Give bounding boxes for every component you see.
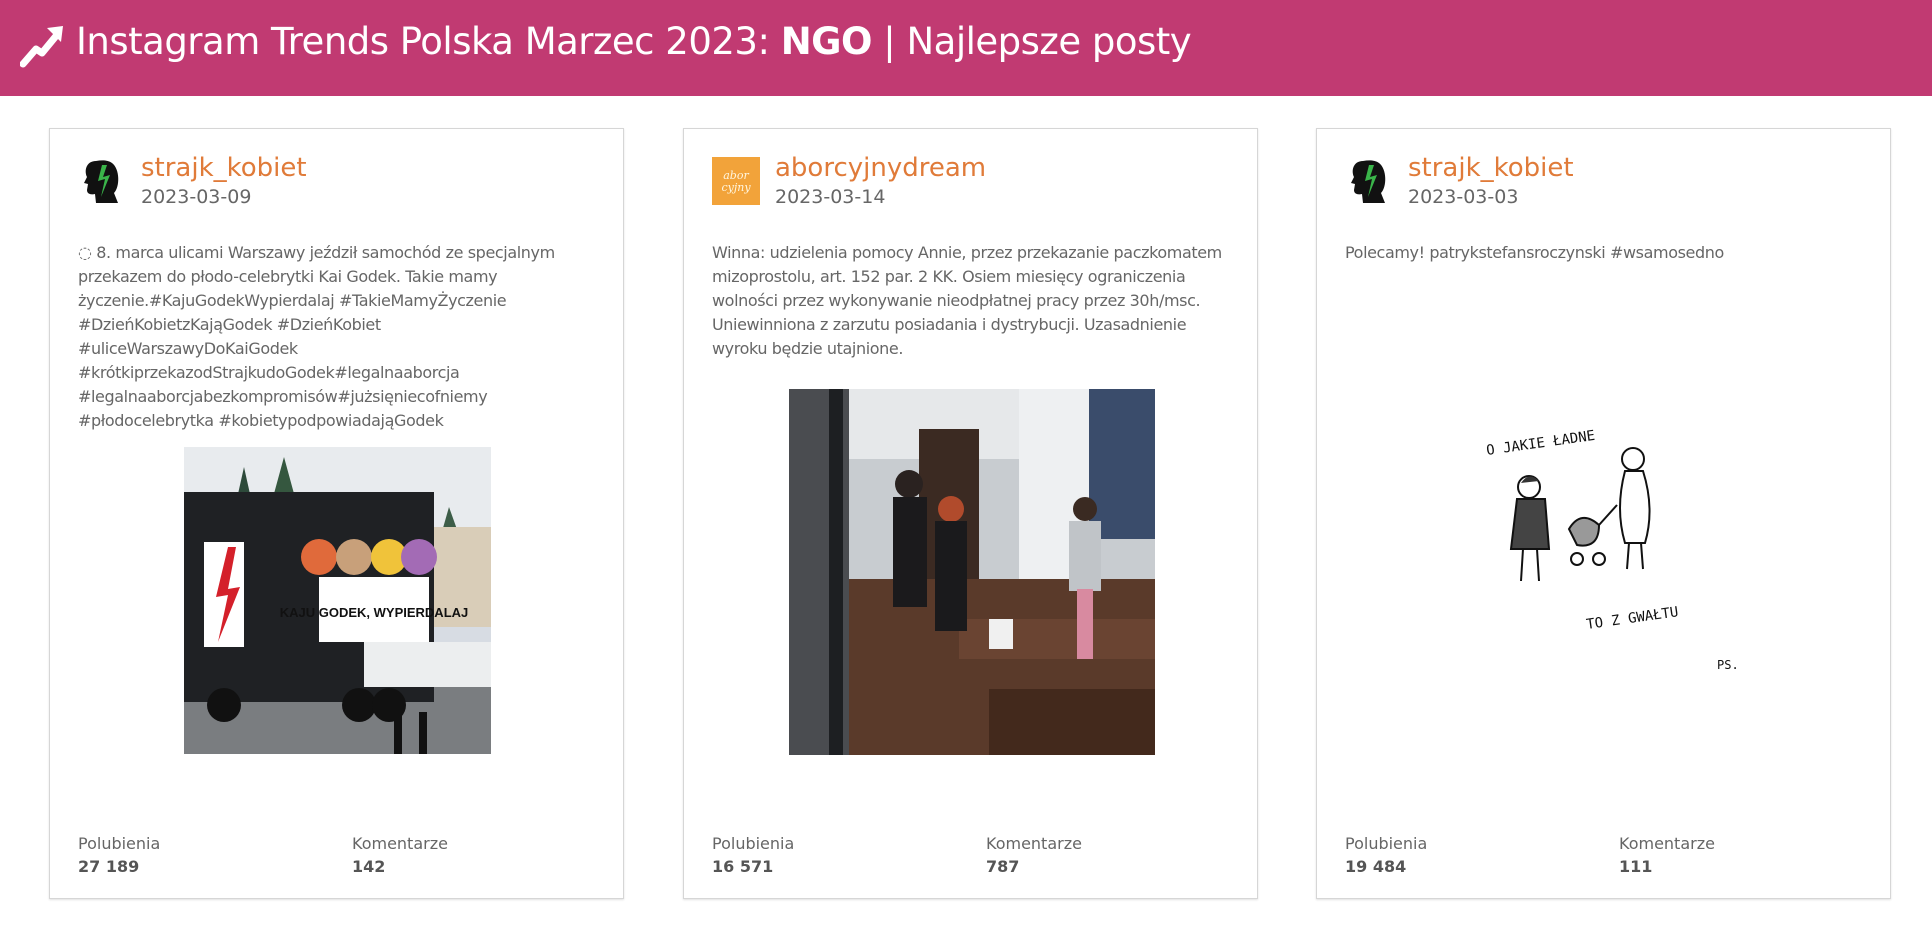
post-username[interactable]: strajk_kobiet — [141, 153, 307, 183]
svg-text:cyjny: cyjny — [721, 181, 751, 194]
post-username[interactable]: aborcyjnydream — [775, 153, 986, 183]
likes-count: 27 189 — [78, 857, 140, 876]
likes-stat: Polubienia 16 571 — [712, 834, 794, 876]
comments-stat: Komentarze 142 — [352, 834, 448, 876]
likes-label: Polubienia — [1345, 834, 1428, 853]
post-caption: Polecamy! patrykstefansroczynski #wsamos… — [1345, 243, 1724, 262]
comments-count: 111 — [1619, 857, 1653, 876]
page-title: Instagram Trends Polska Marzec 2023: NGO… — [76, 20, 1192, 63]
post-caption: Winna: udzielenia pomocy Annie, przez pr… — [712, 243, 1222, 358]
likes-label: Polubienia — [712, 834, 795, 853]
likes-count: 16 571 — [712, 857, 774, 876]
likes-stat: Polubienia 19 484 — [1345, 834, 1427, 876]
likes-label: Polubienia — [78, 834, 161, 853]
comments-count: 142 — [352, 857, 386, 876]
comments-label: Komentarze — [352, 834, 448, 853]
post-card[interactable]: strajk_kobiet 2023-03-03 Polecamy! patry… — [1316, 128, 1891, 899]
strajk-kobiet-avatar[interactable] — [78, 157, 126, 205]
post-username[interactable]: strajk_kobiet — [1408, 153, 1574, 183]
aborcyjnydream-avatar[interactable]: abor cyjny — [712, 157, 760, 205]
post-image[interactable] — [789, 389, 1155, 755]
likes-stat: Polubienia 27 189 — [78, 834, 160, 876]
post-image[interactable]: O JAKIE ŁADNE TO Z GWAŁTU PS. — [1477, 419, 1757, 699]
post-card[interactable]: abor cyjny aborcyjnydream 2023-03-14 Win… — [683, 128, 1258, 899]
comments-stat: Komentarze 111 — [1619, 834, 1715, 876]
banner-text: KAJU GODEK, WYPIERDALAJ — [280, 605, 469, 620]
post-caption: ◌ 8. marca ulicami Warszawy jeździł samo… — [78, 243, 555, 430]
post-date: 2023-03-09 — [141, 186, 252, 208]
strajk-kobiet-avatar[interactable] — [1345, 157, 1393, 205]
post-card[interactable]: strajk_kobiet 2023-03-09 ◌ 8. marca ulic… — [49, 128, 624, 899]
comments-label: Komentarze — [986, 834, 1082, 853]
page-header: Instagram Trends Polska Marzec 2023: NGO… — [0, 0, 1932, 96]
post-date: 2023-03-03 — [1408, 186, 1519, 208]
comments-count: 787 — [986, 857, 1020, 876]
post-date: 2023-03-14 — [775, 186, 886, 208]
post-image[interactable]: KAJU GODEK, WYPIERDALAJ — [184, 447, 491, 754]
likes-count: 19 484 — [1345, 857, 1407, 876]
comments-label: Komentarze — [1619, 834, 1715, 853]
artist-signature: PS. — [1717, 658, 1739, 672]
trending-up-icon — [20, 26, 63, 68]
comments-stat: Komentarze 787 — [986, 834, 1082, 876]
